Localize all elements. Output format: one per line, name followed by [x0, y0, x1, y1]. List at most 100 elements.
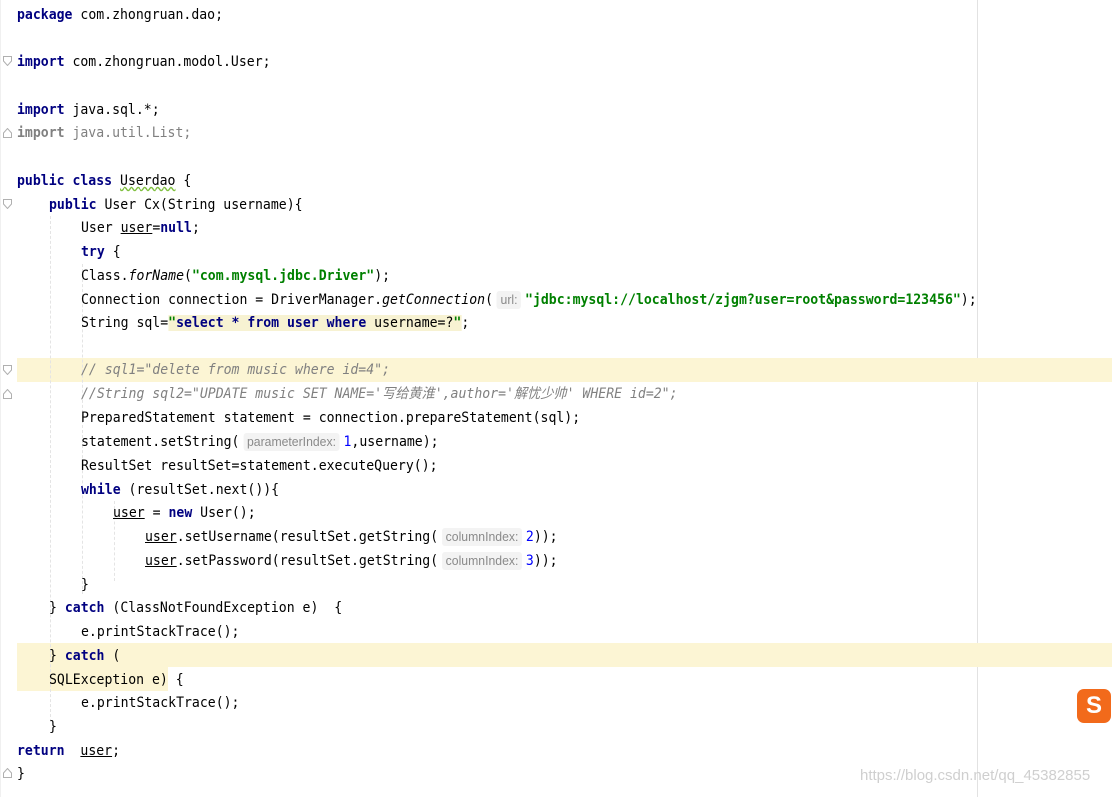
code-text: Connection connection = DriverManager.	[81, 292, 383, 308]
code-text: ;	[191, 220, 200, 236]
code-text: java.util.List;	[64, 125, 192, 141]
code-text: ));	[533, 553, 558, 569]
parameter-hint: url:	[496, 291, 522, 309]
keyword: public	[49, 197, 97, 213]
code-line[interactable]: } catch (ClassNotFoundException e) {	[49, 596, 342, 620]
fold-marker-icon[interactable]	[3, 389, 12, 399]
keyword: catch	[64, 600, 105, 616]
code-line[interactable]: }	[17, 762, 25, 786]
code-line[interactable]: SQLException e) {	[49, 668, 184, 692]
string-literal: "jdbc:mysql://localhost/zjgm?user=root&p…	[525, 292, 961, 308]
string-quote: "	[168, 315, 177, 331]
code-line-unused-import[interactable]: import java.util.List;	[17, 121, 191, 145]
code-text: .setUsername(resultSet.getString(	[176, 529, 439, 545]
string-quote: "	[453, 315, 462, 331]
variable: user	[120, 220, 153, 236]
fold-marker-icon[interactable]	[3, 768, 12, 778]
code-line[interactable]: package com.zhongruan.dao;	[17, 3, 223, 27]
code-line[interactable]: try {	[81, 240, 121, 264]
keyword: try	[81, 244, 105, 260]
method-name: getConnection	[382, 292, 486, 308]
code-line[interactable]: Class.forName("com.mysql.jdbc.Driver");	[81, 264, 390, 288]
variable: user	[145, 529, 177, 545]
code-line[interactable]: e.printStackTrace();	[81, 691, 239, 715]
code-text: User	[81, 220, 121, 236]
sogou-ime-logo-icon[interactable]: S	[1077, 689, 1111, 723]
code-text: }	[49, 648, 65, 664]
code-line[interactable]: }	[81, 573, 89, 597]
right-margin-guide	[977, 0, 978, 797]
code-text: {	[104, 244, 121, 260]
code-line[interactable]: ResultSet resultSet=statement.executeQue…	[81, 454, 438, 478]
code-editor[interactable]: package com.zhongruan.dao; import com.zh…	[0, 0, 1112, 797]
code-line[interactable]: PreparedStatement statement = connection…	[81, 406, 580, 430]
code-text: =	[144, 505, 169, 521]
code-line[interactable]: public User Cx(String username){	[49, 193, 303, 217]
code-text: statement.setString(	[81, 434, 240, 450]
code-text: {	[167, 672, 184, 688]
fold-marker-icon[interactable]	[3, 199, 12, 209]
keyword: while	[81, 482, 121, 498]
keyword: catch	[64, 648, 105, 664]
comment-line[interactable]: // sql1="delete from music where id=4";	[81, 358, 390, 382]
code-text: Class.	[81, 268, 129, 284]
code-text: );	[374, 268, 391, 284]
keyword: package	[17, 7, 73, 23]
code-line[interactable]: Connection connection = DriverManager.ge…	[81, 288, 977, 312]
keyword: new	[168, 505, 193, 521]
code-line[interactable]: user.setUsername(resultSet.getString(col…	[145, 525, 558, 549]
code-text: java.sql.*;	[64, 102, 160, 118]
code-text: .setPassword(resultSet.getString(	[176, 553, 439, 569]
code-text: ;	[112, 743, 121, 759]
code-line[interactable]: e.printStackTrace();	[81, 620, 239, 644]
keyword: import	[17, 54, 65, 70]
code-line[interactable]: import java.sql.*;	[17, 98, 160, 122]
watermark: https://blog.csdn.net/qq_45382855	[860, 767, 1091, 784]
code-text: username=?	[366, 315, 454, 331]
fold-marker-icon[interactable]	[3, 365, 12, 375]
code-text: (	[104, 648, 121, 664]
code-text: );	[960, 292, 977, 308]
gutter	[0, 0, 1, 797]
string-literal: "com.mysql.jdbc.Driver"	[191, 268, 375, 284]
method-name: forName	[128, 268, 185, 284]
number-literal: 1	[343, 434, 352, 450]
parameter-hint: parameterIndex:	[243, 433, 340, 451]
code-text: com.zhongruan.modol.User;	[64, 54, 271, 70]
code-text: (ClassNotFoundException e) {	[104, 600, 343, 616]
code-line[interactable]: }	[49, 715, 57, 739]
number-literal: 3	[525, 553, 534, 569]
fold-marker-icon[interactable]	[3, 128, 12, 138]
keyword: import	[17, 125, 65, 141]
code-line[interactable]: statement.setString(parameterIndex: 1,use…	[81, 430, 439, 454]
parameter-hint: columnIndex:	[441, 552, 523, 570]
code-line[interactable]: } catch (	[49, 644, 120, 668]
code-line[interactable]: import com.zhongruan.modol.User;	[17, 50, 271, 74]
code-line[interactable]: user = new User();	[113, 501, 256, 525]
keyword: null	[160, 220, 192, 236]
parameter-hint: columnIndex:	[441, 528, 523, 546]
highlighted-line	[17, 643, 1112, 667]
fold-marker-icon[interactable]	[3, 56, 12, 66]
sql-keywords: select * from user where	[176, 315, 367, 331]
variable: user	[80, 743, 113, 759]
code-text: User Cx(String username){	[96, 197, 303, 213]
code-line[interactable]: return user;	[17, 739, 120, 763]
code-line[interactable]: public class Userdao {	[17, 169, 191, 193]
variable: user	[145, 553, 177, 569]
code-text: com.zhongruan.dao;	[72, 7, 224, 23]
code-text: }	[49, 600, 65, 616]
comment-line[interactable]: //String sql2="UPDATE music SET NAME='写给…	[81, 382, 678, 406]
keyword: return	[17, 743, 65, 759]
code-text: (resultSet.next()){	[120, 482, 280, 498]
code-text: ;	[461, 315, 470, 331]
code-line[interactable]: while (resultSet.next()){	[81, 478, 279, 502]
code-line[interactable]: String sql="select * from user where use…	[81, 311, 469, 335]
code-text: (	[184, 268, 192, 284]
number-literal: 2	[525, 529, 534, 545]
code-text: String sql=	[81, 315, 169, 331]
code-line[interactable]: user.setPassword(resultSet.getString(col…	[145, 549, 558, 573]
code-text: (	[485, 292, 494, 308]
code-line[interactable]: User user=null;	[81, 216, 200, 240]
